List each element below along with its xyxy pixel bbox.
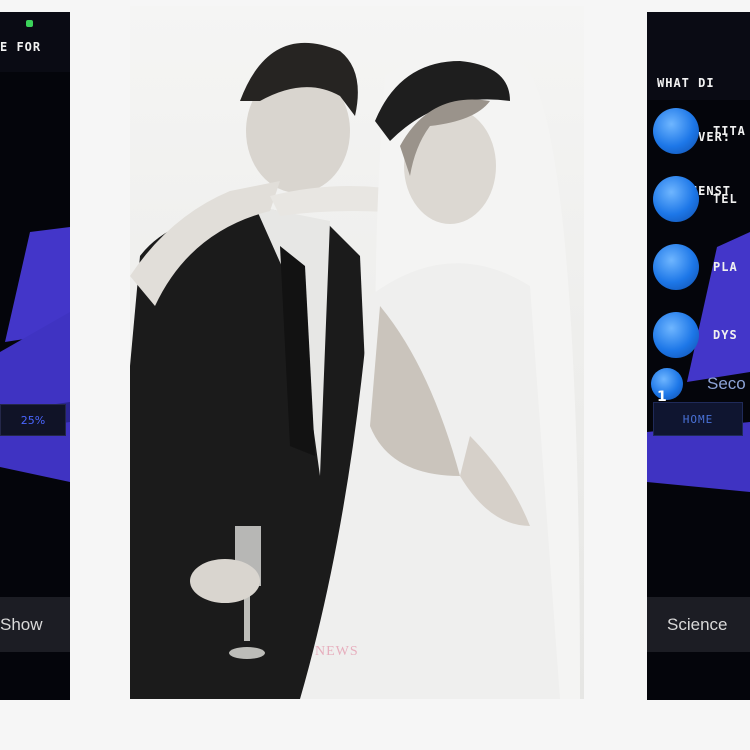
answer-option-1[interactable]: TITA xyxy=(653,108,746,154)
center-photo-card: NEWS xyxy=(130,6,584,699)
right-footer-bar: Science xyxy=(647,597,750,652)
answer-label: TITA xyxy=(713,124,746,138)
answer-bubble-icon xyxy=(653,176,699,222)
right-app-screenshot: WHAT DI DISCOVER: REICHENST TITA TEL PLA… xyxy=(647,12,750,700)
answer-bubble-icon xyxy=(653,312,699,358)
left-footer-label: Show xyxy=(0,614,43,634)
progress-label: 25% xyxy=(20,413,46,427)
home-button[interactable]: HOME xyxy=(653,402,743,436)
left-app-screenshot: E FOR 25% Show xyxy=(0,12,70,700)
answer-option-3[interactable]: PLA xyxy=(653,244,738,290)
partial-answer-text: Seco xyxy=(707,374,746,393)
answer-label: PLA xyxy=(713,260,738,274)
answer-option-4[interactable]: DYS xyxy=(653,312,738,358)
answer-label: DYS xyxy=(713,328,738,342)
answer-label: TEL xyxy=(713,192,738,206)
answer-bubble-icon xyxy=(651,368,683,400)
wedding-photo-illustration xyxy=(130,42,580,699)
answer-option-2[interactable]: TEL xyxy=(653,176,738,222)
left-footer-bar: Show xyxy=(0,597,70,652)
photo-watermark: NEWS xyxy=(315,644,359,659)
progress-indicator: 25% xyxy=(0,404,66,436)
wedding-photo xyxy=(130,6,584,699)
answer-bubble-icon xyxy=(653,108,699,154)
answer-bubble-icon xyxy=(653,244,699,290)
right-footer-label: Science xyxy=(667,614,728,634)
